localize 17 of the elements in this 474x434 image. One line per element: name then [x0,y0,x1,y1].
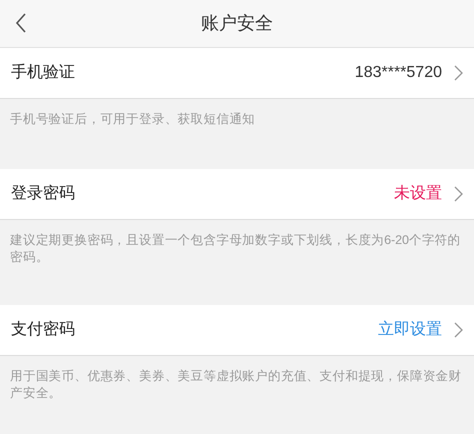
chevron-icon [454,186,463,202]
hint-text: 用于国美币、优惠券、美券、美豆等虚拟账户的充值、支付和提现，保障资金财产安全。 [10,368,463,402]
hint-text: 手机号验证后，可用于登录、获取短信通知 [10,111,256,128]
chevron-icon [454,322,463,338]
row-value: 立即设置 [378,320,442,340]
row-value: 183****5720 [354,63,442,83]
settings-row[interactable]: 支付密码 立即设置 [0,305,474,356]
page-title: 账户安全 [201,12,273,35]
row-label: 登录密码 [11,184,76,204]
settings-row[interactable]: 登录密码 未设置 [0,169,474,220]
row-label: 手机验证 [11,62,76,83]
row-value: 未设置 [394,184,442,204]
row-label: 支付密码 [11,320,76,340]
chevron-icon [454,65,463,81]
hint-text: 建议定期更换密码，且设置一个包含字母加数字或下划线，长度为6-20个字符的密码。 [10,232,462,266]
settings-row[interactable]: 手机验证 183****5720 [0,48,474,99]
back-icon [15,13,27,33]
